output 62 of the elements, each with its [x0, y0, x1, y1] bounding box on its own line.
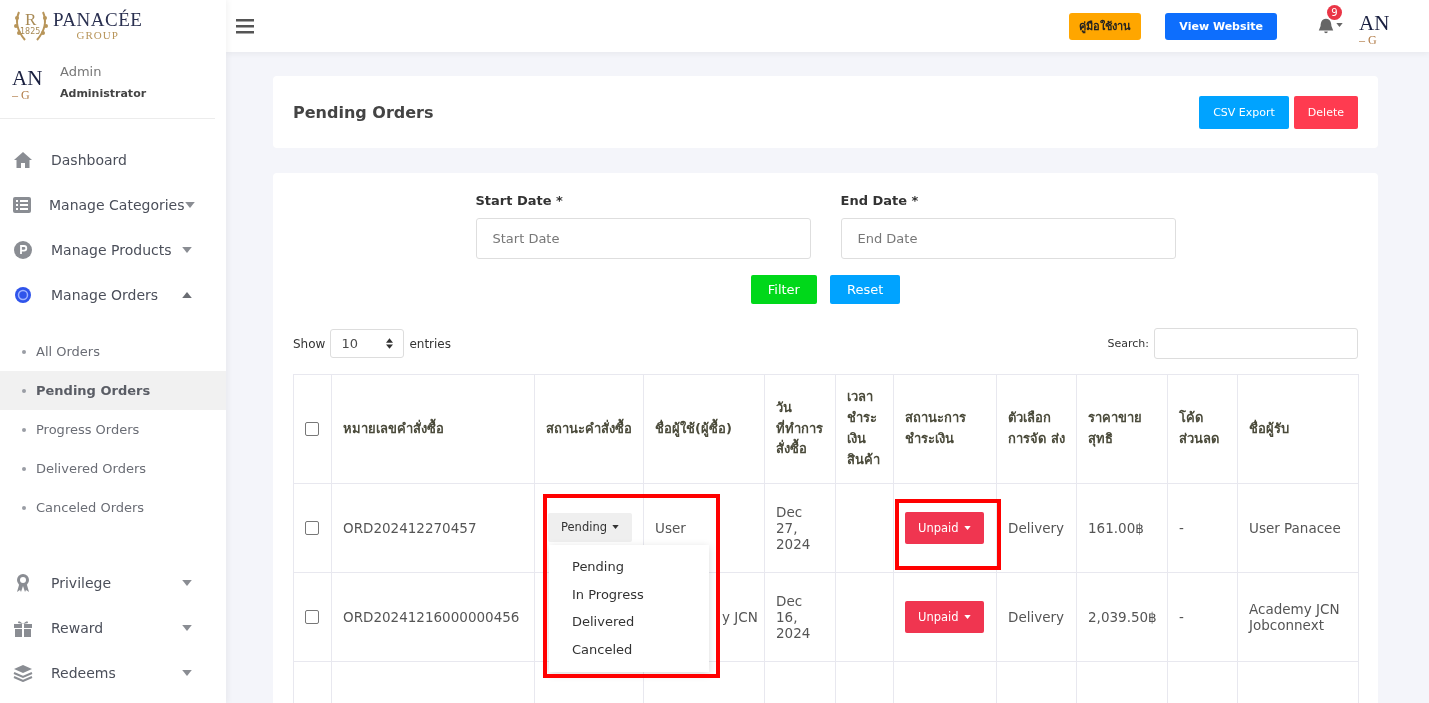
avatar-logo: AN – G	[12, 68, 44, 104]
table-cell: Dec 16, 2024	[776, 593, 811, 641]
user-role: Administrator	[60, 85, 147, 102]
submenu-item[interactable]: Canceled Orders	[0, 488, 226, 527]
manual-button[interactable]: คู่มือใช้งาน	[1069, 12, 1142, 40]
table-cell: 161.00฿	[1088, 520, 1144, 536]
column-header: โค้ด ส่วนลด	[1179, 410, 1219, 446]
table-cell: ORD202412270457	[343, 520, 477, 536]
table-cell: -	[1179, 520, 1184, 536]
menu-item[interactable]: Canceled	[549, 635, 709, 663]
column-header: ชื่อผู้รับ	[1249, 420, 1289, 436]
end-date-field[interactable]: End Date	[840, 218, 1176, 259]
submenu-item[interactable]: Progress Orders	[0, 410, 226, 449]
sidebar-item[interactable]: Redeems	[0, 650, 226, 695]
page-size-select[interactable]: 10	[330, 329, 405, 358]
notification-badge: 9	[1327, 5, 1342, 20]
sidebar-item[interactable]: Reward	[0, 605, 226, 650]
table-cell: User Panacee	[1249, 520, 1341, 536]
table-cell: Delivery	[1008, 520, 1065, 536]
submenu-item[interactable]: All Orders	[0, 332, 226, 371]
show-label: Show	[293, 336, 326, 351]
column-header: ตัวเลือก การจัด ส่ง	[1008, 410, 1065, 446]
table-cell: User	[655, 520, 686, 536]
table-cell: 2,039.50฿	[1088, 609, 1157, 625]
payment-status-button[interactable]: Unpaid	[905, 601, 984, 633]
brand-subtitle: GROUP	[76, 29, 119, 42]
entries-label: entries	[409, 336, 451, 351]
avatar-logo[interactable]: AN – G	[1359, 13, 1399, 49]
table-cell: Academy JCN Jobconnext	[1249, 601, 1340, 633]
payment-status-button[interactable]: Unpaid	[905, 512, 984, 544]
menu-item[interactable]: In Progress	[549, 580, 709, 608]
table-cell: -	[1179, 609, 1184, 625]
sidebar-item[interactable]: Privilege	[0, 560, 226, 605]
menu-item[interactable]: Delivered	[549, 608, 709, 636]
column-header: วัน ที่ทำการ สั่งซื้อ	[776, 399, 823, 457]
column-header: ราคาขาย สุทธิ	[1088, 410, 1142, 446]
menu-item[interactable]: Pending	[549, 553, 709, 581]
sidebar-item[interactable]: Dashboard	[0, 137, 226, 182]
user-name: Admin	[60, 63, 103, 81]
field-label: End Date *	[840, 193, 920, 208]
column-header: ชื่อผู้ใช้(ผู้ซื้อ)	[655, 420, 732, 436]
submenu-item[interactable]: Pending Orders	[0, 371, 226, 410]
column-header: สถานะการ ชำระเงิน	[905, 410, 966, 446]
search-label: Search:	[1107, 337, 1149, 350]
delete-button[interactable]: Delete	[1293, 95, 1358, 129]
table-cell: y JCN	[722, 609, 758, 625]
brand-name: PANACÉE	[53, 10, 143, 30]
sidebar-item[interactable]: Manage Categories	[0, 182, 226, 227]
column-header: หมายเลขคำสั่งซื้อ	[343, 420, 444, 436]
table-cell: Delivery	[1008, 609, 1065, 625]
table-cell: ORD20241216000000456	[343, 609, 520, 625]
column-header: สถานะคำสั่งซื้อ	[546, 420, 632, 436]
sidebar-item[interactable]: Manage Orders	[0, 272, 226, 317]
column-header: เวลา ชำระ เงิน สินค้า	[847, 389, 880, 467]
start-date-field[interactable]: Start Date	[475, 218, 811, 259]
page-title: Pending Orders	[293, 102, 434, 122]
field-label: Start Date *	[475, 193, 564, 208]
sidebar-item[interactable]: Manage Products	[0, 227, 226, 272]
status-dropdown-button[interactable]: Pending	[548, 512, 632, 542]
view-website-button[interactable]: View Website	[1165, 12, 1277, 40]
submenu-item[interactable]: Delivered Orders	[0, 449, 226, 488]
table-cell: Dec 27, 2024	[776, 504, 811, 552]
